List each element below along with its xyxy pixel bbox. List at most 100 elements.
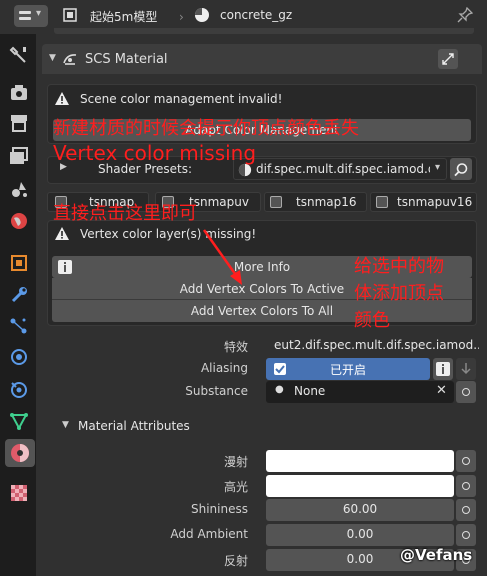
tab-material[interactable] — [5, 439, 35, 467]
substance-value: None — [294, 384, 326, 398]
expand-arrows-icon — [442, 53, 454, 65]
substance-label: Substance — [185, 384, 248, 398]
specular-label: 高光 — [223, 480, 248, 494]
color-management-warning: Scene color management invalid! — [80, 92, 283, 106]
output-icon — [11, 115, 27, 132]
material-icon — [195, 8, 209, 22]
material-attributes-title: Material Attributes — [78, 419, 190, 433]
properties-header: ▾ 起始5m模型 › concrete_gz — [0, 0, 487, 34]
tsnmap16-label: tsnmap16 — [296, 195, 357, 209]
arrow-down-icon — [461, 363, 471, 375]
tab-tool[interactable] — [8, 44, 30, 66]
properties-tab-bar — [0, 34, 36, 576]
specular-color-swatch[interactable] — [266, 475, 454, 497]
tsnmapuv16-label: tsnmapuv16 — [397, 195, 473, 209]
shininess-field[interactable]: 60.00 — [266, 499, 454, 521]
tab-world[interactable] — [8, 210, 30, 232]
watermark: @Vefans — [400, 546, 473, 564]
aliasing-toggle[interactable]: 已开启 — [266, 358, 430, 380]
editor-type-dropdown[interactable]: ▾ — [14, 5, 48, 27]
panel-title: SCS Material — [85, 52, 168, 67]
add-ambient-link-button[interactable] — [456, 524, 476, 546]
annotation-add-vertex-3: 颜色 — [354, 310, 390, 331]
object-name: 起始5m模型 — [90, 10, 158, 24]
tab-particles[interactable] — [8, 315, 30, 337]
warning-icon — [55, 92, 69, 105]
aliasing-download-button[interactable] — [456, 358, 476, 380]
info-icon — [58, 260, 72, 274]
diffuse-link-button[interactable] — [456, 450, 476, 472]
constraints-icon — [11, 382, 27, 398]
collapse-arrow-icon[interactable]: ▼ — [62, 420, 69, 430]
object-icon — [63, 8, 77, 22]
tab-render[interactable] — [8, 82, 30, 104]
tsnmapuv-label: tsnmapuv — [189, 195, 249, 209]
aliasing-info-button[interactable] — [433, 358, 453, 380]
material-name: concrete_gz — [220, 8, 293, 22]
object-properties-icon — [11, 255, 27, 271]
checker-texture-icon — [11, 485, 27, 501]
diffuse-label: 漫射 — [223, 455, 248, 469]
material-slot-row — [54, 28, 474, 34]
tab-modifiers[interactable] — [8, 284, 30, 306]
shininess-value: 60.00 — [342, 502, 378, 516]
search-presets-button[interactable] — [450, 158, 472, 180]
circle-icon — [462, 506, 470, 514]
tab-output[interactable] — [8, 112, 30, 134]
aliasing-label: Aliasing — [200, 361, 248, 375]
warning-icon — [55, 227, 69, 240]
tsnmap16-checkbox[interactable] — [270, 196, 282, 208]
tab-texture[interactable] — [8, 482, 30, 504]
substance-link-button[interactable] — [456, 381, 476, 403]
annotation-add-vertex-1: 给选中的物 — [354, 256, 444, 277]
diffuse-color-swatch[interactable] — [266, 450, 454, 472]
tab-physics[interactable] — [8, 346, 30, 368]
annotation-add-vertex-2: 体添加顶点 — [354, 283, 444, 304]
expand-panel-button[interactable] — [438, 49, 458, 69]
circle-icon — [462, 482, 470, 490]
physics-icon — [11, 349, 27, 365]
breadcrumb-separator-icon: › — [179, 10, 184, 24]
material-tab-icon — [11, 444, 29, 462]
add-ambient-label: Add Ambient — [170, 527, 248, 541]
effect-value: eut2.dif.spec.mult.dif.spec.iamod.... — [274, 338, 479, 352]
collapse-arrow-icon[interactable]: ▼ — [49, 53, 56, 63]
tab-data[interactable] — [8, 410, 30, 432]
tab-object[interactable] — [8, 252, 30, 274]
material-preset-icon — [238, 163, 252, 177]
wrench-icon — [11, 287, 27, 303]
scs-logo-icon — [63, 54, 77, 65]
shader-presets-dropdown[interactable]: dif.spec.mult.dif.spec.iamod.dif.... ▾ — [233, 158, 447, 180]
tab-scene[interactable] — [8, 178, 30, 200]
world-icon — [11, 213, 27, 229]
shininess-link-button[interactable] — [456, 499, 476, 521]
chevron-down-icon: ▾ — [435, 162, 441, 173]
chevron-down-icon: ▾ — [36, 8, 42, 19]
properties-editor-icon — [19, 11, 31, 20]
specular-link-button[interactable] — [456, 475, 476, 497]
mesh-data-icon — [10, 413, 28, 431]
tab-view-layer[interactable] — [8, 145, 30, 167]
annotation-click-here: 直接点击这里即可 — [53, 203, 197, 224]
tsnmapuv16-checkbox[interactable] — [376, 196, 388, 208]
bullet-icon: ● — [275, 384, 284, 395]
circle-icon — [462, 531, 470, 539]
annotation-vertex-color-missing: Vertex color missing — [53, 141, 257, 165]
particles-icon — [10, 318, 27, 334]
circle-icon — [462, 457, 470, 465]
clear-x-icon[interactable]: ✕ — [436, 383, 447, 398]
reflection-label: 反射 — [223, 554, 248, 568]
shininess-label: Shininess — [191, 502, 248, 516]
tool-icon — [9, 46, 26, 63]
view-layer-icon — [10, 147, 28, 164]
info-icon — [436, 362, 450, 376]
substance-field[interactable]: ● None ✕ — [266, 381, 454, 403]
annotation-arrow-icon — [202, 229, 242, 285]
effect-label: 特效 — [223, 340, 248, 354]
search-icon — [454, 163, 468, 177]
tab-constraints[interactable] — [8, 378, 30, 400]
annotation-new-material: 新建材质的时候会提示你顶点颜色丢失 — [53, 118, 359, 139]
add-ambient-field[interactable]: 0.00 — [266, 524, 454, 546]
shader-presets-value: dif.spec.mult.dif.spec.iamod.dif.... — [256, 162, 430, 176]
pin-icon[interactable] — [457, 7, 473, 23]
